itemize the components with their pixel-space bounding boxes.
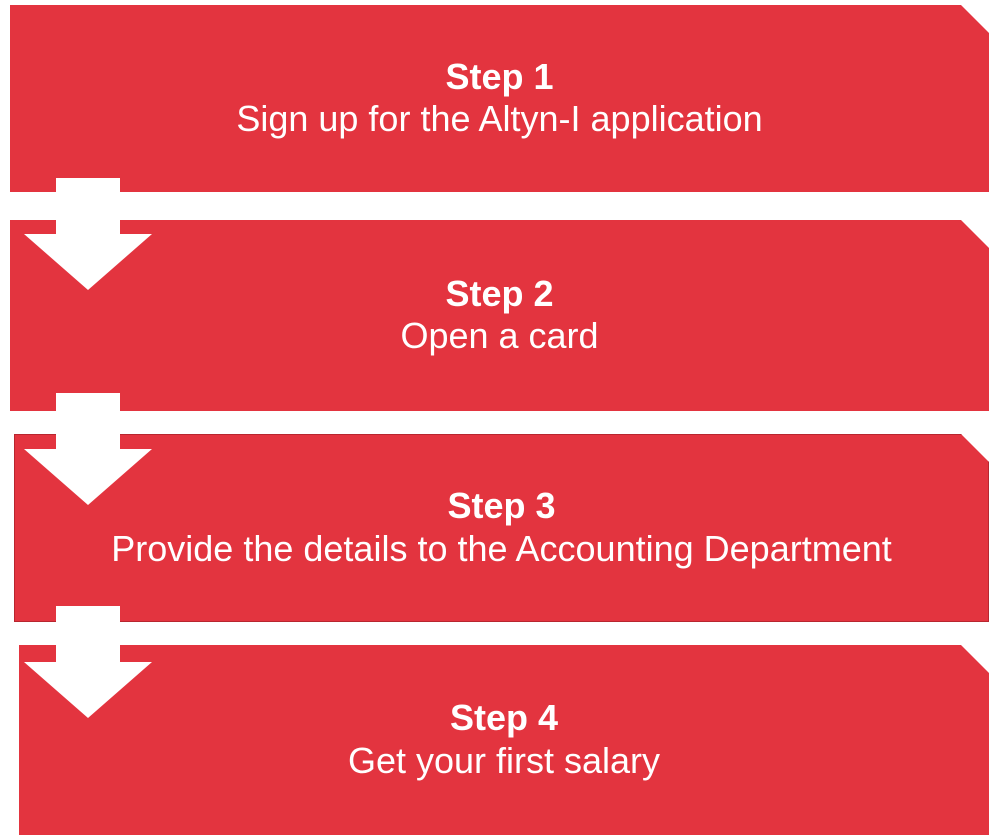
step-title: Step 3 xyxy=(447,485,556,527)
step-description: Open a card xyxy=(400,315,599,357)
step-title: Step 2 xyxy=(445,272,554,314)
step-description: Sign up for the Altyn-I application xyxy=(236,98,763,140)
arrow-down-icon xyxy=(24,606,152,718)
arrow-down-icon xyxy=(24,178,152,290)
step-box-3: Step 3 Provide the details to the Accoun… xyxy=(14,434,989,622)
step-title: Step 1 xyxy=(445,55,554,97)
step-description: Get your first salary xyxy=(347,739,661,781)
arrow-down-icon xyxy=(24,393,152,505)
step-box-1: Step 1 Sign up for the Altyn-I applicati… xyxy=(10,5,989,192)
step-box-2: Step 2 Open a card xyxy=(10,220,989,411)
step-description: Provide the details to the Accounting De… xyxy=(111,527,892,569)
step-title: Step 4 xyxy=(449,697,559,739)
steps-diagram: Step 1 Sign up for the Altyn-I applicati… xyxy=(0,0,989,835)
step-box-4: Step 4 Get your first salary xyxy=(19,645,989,835)
